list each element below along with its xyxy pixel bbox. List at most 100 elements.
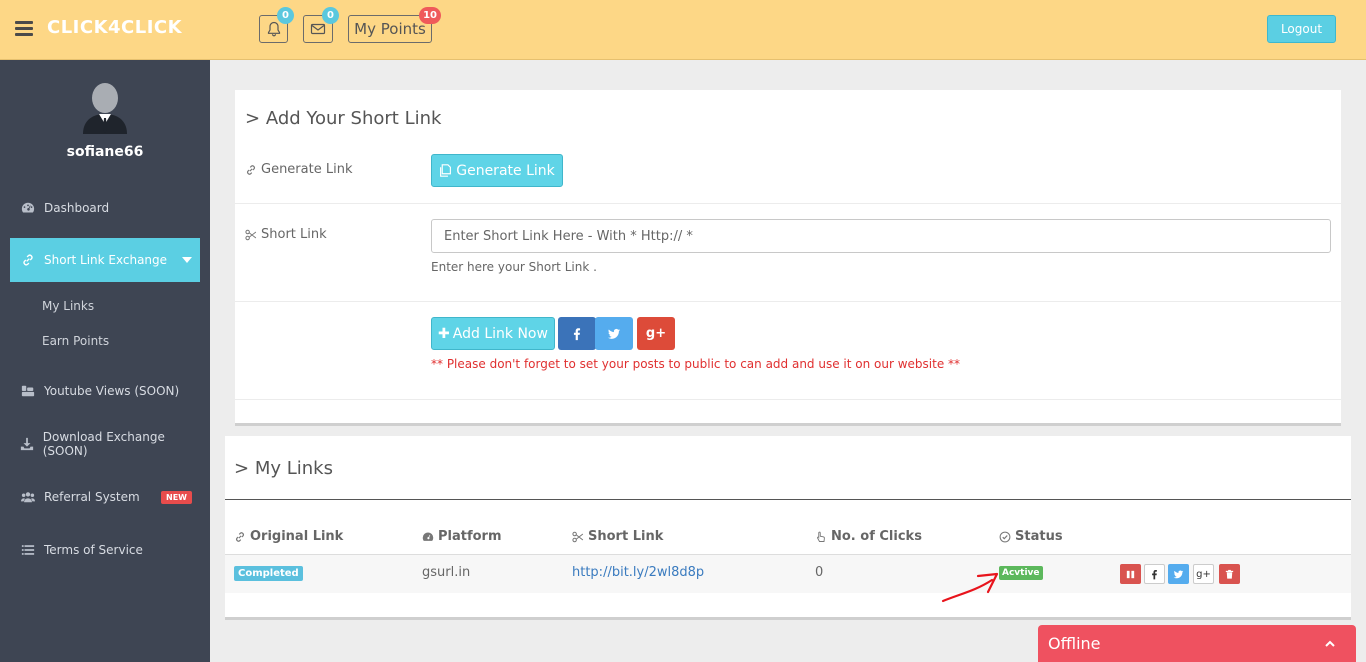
sidebar-item-short-link-exchange[interactable]: Short Link Exchange [10, 238, 200, 282]
link-icon [236, 531, 244, 542]
my-points-button[interactable]: My Points 10 [348, 7, 441, 43]
trash-icon [1225, 569, 1234, 579]
column-header-original-link: Original Link [234, 529, 343, 544]
notifications-button[interactable]: 0 [259, 7, 294, 43]
share-facebook-button[interactable] [558, 317, 596, 350]
list-icon [20, 542, 36, 558]
notifications-count-badge: 0 [277, 7, 294, 24]
logout-button[interactable]: Logout [1267, 15, 1336, 43]
sidebar-item-download-exchange[interactable]: Download Exchange (SOON) [10, 422, 200, 466]
link-icon [247, 164, 255, 175]
short-link-label: Short Link [245, 227, 327, 242]
divider [235, 399, 1341, 400]
sidebar-item-label: Download Exchange (SOON) [42, 430, 165, 458]
column-header-label: Platform [438, 529, 502, 544]
sidebar-subitem-my-links[interactable]: My Links [42, 299, 94, 313]
chevron-up-icon [1325, 640, 1335, 647]
username: sofiane66 [66, 144, 144, 160]
plus-icon: ✚ [438, 325, 450, 342]
column-header-clicks: No. of Clicks [815, 529, 922, 544]
share-google-plus-button[interactable]: g+ [637, 317, 675, 350]
pause-button[interactable] [1120, 564, 1141, 584]
add-panel-title: > Add Your Short Link [245, 108, 441, 129]
sidebar-item-dashboard[interactable]: Dashboard [10, 186, 200, 230]
my-points-label: My Points [354, 20, 426, 38]
facebook-icon [573, 327, 581, 340]
sidebar: sofiane66 Dashboard Short Link Exchange … [0, 60, 210, 662]
add-link-now-button[interactable]: ✚ Add Link Now [431, 317, 555, 350]
status-badge: Acvtive [999, 566, 1043, 580]
column-header-platform: Platform [422, 529, 502, 544]
short-link-help-text: Enter here your Short Link . [431, 260, 597, 274]
chevron-right-icon: > [234, 458, 250, 479]
bell-icon [267, 21, 280, 37]
completed-label: Completed [234, 566, 303, 581]
divider [235, 203, 1341, 204]
generate-link-label: Generate Link [245, 162, 352, 177]
sidebar-item-label: Dashboard [44, 201, 110, 215]
clicks-cell: 0 [815, 565, 824, 580]
twitter-icon [1173, 570, 1184, 578]
table-row: Completed gsurl.in http://bit.ly/2wl8d8p… [225, 555, 1351, 593]
row-share-google-plus-button[interactable]: g+ [1193, 564, 1214, 584]
messages-button[interactable]: 0 [303, 7, 339, 43]
short-link-label-text: Short Link [261, 227, 327, 242]
column-header-label: Status [1015, 529, 1063, 544]
column-header-label: Original Link [250, 529, 344, 544]
sidebar-item-terms-of-service[interactable]: Terms of Service [10, 528, 200, 572]
my-links-panel: > My Links Original Link Platform Short … [225, 436, 1351, 620]
dashboard-icon [422, 532, 434, 541]
divider [235, 301, 1341, 302]
chevron-right-icon: > [245, 108, 261, 129]
title-divider [225, 499, 1351, 500]
delete-button[interactable] [1219, 564, 1240, 584]
sidebar-subitem-earn-points[interactable]: Earn Points [42, 334, 109, 348]
sidebar-item-label: Short Link Exchange [44, 253, 168, 267]
copy-icon [440, 164, 452, 177]
my-links-title: > My Links [234, 458, 333, 479]
scissors-icon [572, 531, 584, 542]
row-share-facebook-button[interactable] [1144, 564, 1165, 584]
sidebar-item-referral-system[interactable]: Referral System NEW [10, 475, 200, 519]
google-plus-icon: g+ [645, 326, 667, 341]
column-header-label: No. of Clicks [831, 529, 922, 544]
generate-link-button[interactable]: Generate Link [431, 154, 563, 187]
column-header-label: Short Link [588, 529, 664, 544]
download-icon [20, 436, 35, 452]
column-header-short-link: Short Link [572, 529, 663, 544]
my-links-title-text: My Links [254, 458, 333, 479]
link-icon [20, 252, 36, 268]
sidebar-item-label: Referral System [44, 490, 140, 504]
check-circle-icon [999, 531, 1011, 542]
user-avatar [83, 83, 127, 134]
add-panel-title-text: Add Your Short Link [265, 108, 442, 129]
site-logo[interactable]: CLICK4CLICK [47, 17, 182, 38]
add-link-now-button-label: Add Link Now [452, 325, 548, 342]
public-posts-warning: ** Please don't forget to set your posts… [431, 357, 961, 371]
row-share-twitter-button[interactable] [1168, 564, 1189, 584]
chat-widget-offline[interactable]: Offline [1038, 625, 1356, 662]
short-link-input[interactable] [431, 219, 1331, 253]
pointer-hand-icon [817, 531, 825, 542]
short-link-cell[interactable]: http://bit.ly/2wl8d8p [572, 565, 704, 580]
annotation-arrow [941, 572, 999, 603]
messages-count-badge: 0 [322, 7, 339, 24]
users-icon [20, 489, 36, 505]
share-twitter-button[interactable] [595, 317, 633, 350]
sidebar-item-youtube-views[interactable]: Youtube Views (SOON) [10, 369, 200, 413]
new-badge: NEW [161, 491, 192, 504]
dashboard-icon [20, 200, 36, 216]
twitter-icon [607, 328, 621, 339]
pause-icon [1126, 570, 1135, 578]
generate-link-button-label: Generate Link [456, 162, 555, 179]
platform-cell: gsurl.in [422, 565, 471, 580]
youtube-icon [20, 383, 36, 399]
scissors-icon [245, 229, 257, 240]
sidebar-item-label: Youtube Views (SOON) [44, 384, 180, 398]
add-short-link-panel: > Add Your Short Link Generate Link Gene… [235, 90, 1341, 426]
column-header-status: Status [999, 529, 1063, 544]
caret-down-icon [182, 257, 192, 263]
menu-toggle-icon[interactable] [15, 21, 33, 37]
chat-status-label: Offline [1048, 634, 1101, 653]
top-header: CLICK4CLICK 0 0 My Points 10 Logout [0, 0, 1366, 60]
